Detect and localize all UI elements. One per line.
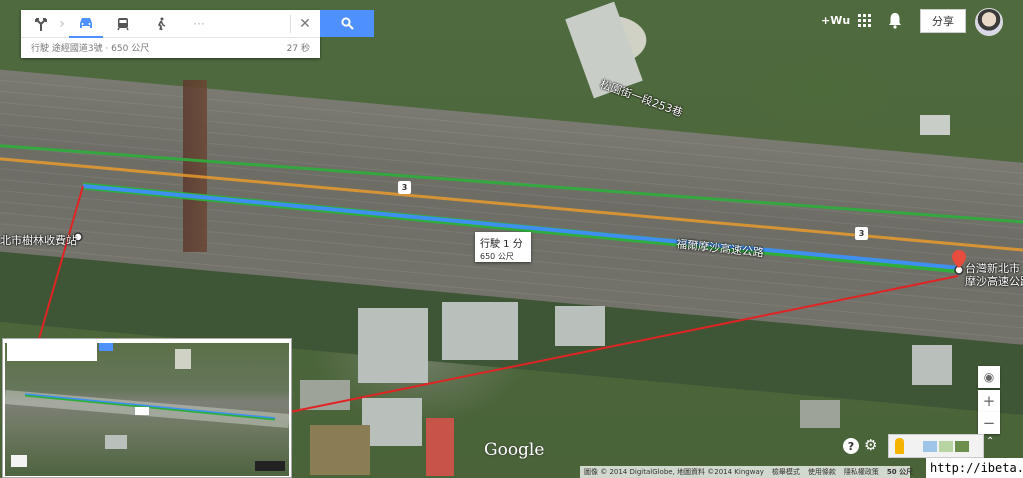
route-shield-icon: 3 xyxy=(855,227,868,240)
report-link[interactable]: 檢舉模式 xyxy=(772,467,800,477)
map-footer: 圖像 © 2014 DigitalGlobe, 地圖資料 ©2014 Kingw… xyxy=(580,466,914,478)
inset-map xyxy=(5,343,289,476)
thumbnail-icon[interactable] xyxy=(939,441,953,452)
imagery-credit: 圖像 © 2014 DigitalGlobe, 地圖資料 ©2014 Kingw… xyxy=(584,468,764,476)
mode-walking[interactable] xyxy=(147,10,175,38)
travel-mode-bar: › ··· ✕ xyxy=(21,10,320,38)
tooltip-distance: 650 公尺 xyxy=(480,252,514,261)
search-button[interactable] xyxy=(320,10,374,37)
scale-label: 50 公尺 xyxy=(886,468,914,476)
watermark-url: http://ibeta.tw xyxy=(926,458,1023,478)
settings-gear-icon[interactable]: ⚙ xyxy=(864,436,877,454)
thumbnail-icon[interactable] xyxy=(955,441,969,452)
imagery-tray[interactable] xyxy=(888,434,984,458)
car-icon xyxy=(80,18,92,28)
expand-chevron-icon[interactable]: ⌃ xyxy=(986,436,994,447)
search-icon xyxy=(340,17,354,30)
tooltip-duration: 行駛 1 分 xyxy=(480,239,523,250)
notification-bell-icon[interactable] xyxy=(888,11,902,29)
alt-route-green xyxy=(0,144,1023,224)
close-icon[interactable]: ✕ xyxy=(293,10,317,38)
route-time: 27 秒 xyxy=(286,44,310,54)
directions-panel: › ··· ✕ 行駛 途經國道3號 · 650 公尺 27 秒 xyxy=(21,10,320,58)
mode-transit[interactable] xyxy=(109,10,137,38)
apps-grid-icon[interactable] xyxy=(858,14,871,27)
pegman-icon[interactable] xyxy=(895,438,904,454)
train-icon xyxy=(117,18,129,31)
inset-search-button xyxy=(99,343,113,351)
privacy-link[interactable]: 隱私權政策 xyxy=(844,467,879,477)
terms-link[interactable]: 使用條款 xyxy=(808,467,836,477)
destination-label-2: 摩沙高速公路 xyxy=(965,275,1023,288)
avatar[interactable] xyxy=(975,8,1003,36)
share-button[interactable]: 分享 xyxy=(920,9,966,33)
my-location-icon[interactable]: ◉ xyxy=(978,366,1000,388)
toll-station-label: 北市樹林收費站 xyxy=(0,234,77,247)
inset-screenshot xyxy=(2,338,292,478)
google-logo: Google xyxy=(484,440,545,460)
zoom-in-button[interactable]: + xyxy=(978,390,1000,412)
zoom-out-button[interactable]: − xyxy=(978,412,1000,434)
route-tooltip[interactable]: 行駛 1 分 650 公尺 xyxy=(475,232,531,262)
help-icon[interactable]: ? xyxy=(843,438,859,454)
route-summary: 行駛 途經國道3號 · 650 公尺 xyxy=(31,44,150,54)
chevron-right-icon: › xyxy=(59,16,65,32)
directions-icon[interactable] xyxy=(27,10,55,38)
connector-line-right xyxy=(279,275,959,415)
route-shield-icon: 3 xyxy=(398,181,411,194)
divider xyxy=(290,15,291,33)
mode-driving[interactable] xyxy=(69,10,103,38)
destination-pin-icon[interactable] xyxy=(952,250,966,268)
inset-directions-panel xyxy=(7,343,97,361)
google-plus-user-link[interactable]: +Wu xyxy=(821,14,850,27)
inset-route xyxy=(5,349,289,471)
walk-icon xyxy=(157,17,166,31)
thumbnail-icon[interactable] xyxy=(923,441,937,452)
more-icon[interactable]: ··· xyxy=(185,10,213,38)
